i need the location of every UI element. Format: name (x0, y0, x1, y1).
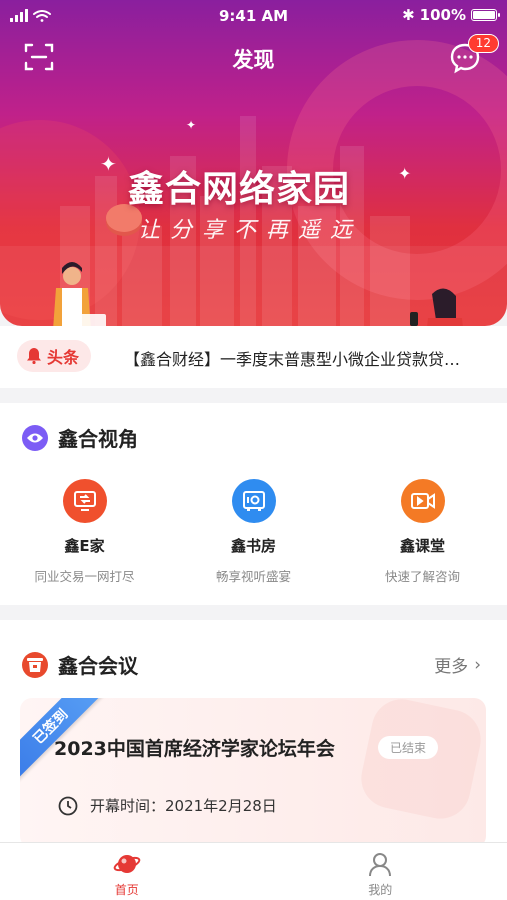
banner-title: 鑫合网络家园 (128, 169, 351, 210)
feature-item-e-home[interactable]: 鑫E家 同业交易一网打尽 (0, 479, 169, 585)
perspective-section: 鑫合视角 鑫E家 同业交易一网打尽 鑫书房 畅享视听盛宴 鑫课堂 快速了解咨询 (0, 403, 507, 605)
feature-desc: 同业交易一网打尽 (34, 569, 135, 584)
headline-tag: 头条 (17, 340, 92, 372)
feature-name: 鑫E家 (64, 537, 105, 555)
meeting-time-text: 开幕时间：2021年2月28日 (90, 797, 277, 815)
chevron-right-icon: › (474, 654, 481, 675)
sparkle-icon: ✦ (398, 164, 412, 183)
tab-home[interactable]: 首页 (0, 843, 254, 900)
battery-percent: 100% (419, 6, 466, 24)
banner-slogan: 让分享不再遥远 (138, 218, 363, 243)
status-bar: 9:41 AM ✱ 100% (0, 0, 507, 32)
section-title: 鑫合会议 (58, 654, 138, 678)
page-title: 发现 (232, 48, 275, 72)
planet-icon (113, 855, 141, 873)
sparkle-icon: ✦ (186, 118, 197, 132)
bell-icon (27, 348, 41, 364)
feature-grid: 鑫E家 同业交易一网打尽 鑫书房 畅享视听盛宴 鑫课堂 快速了解咨询 (0, 479, 507, 585)
more-link[interactable]: 更多 › (434, 652, 481, 678)
tab-label: 我的 (368, 883, 393, 897)
section-header: 鑫合视角 (22, 423, 138, 452)
tab-mine[interactable]: 我的 (254, 843, 507, 900)
user-icon (369, 853, 392, 877)
meeting-title: 2023中国首席经济学家论坛年会 (54, 738, 335, 760)
nav-bar: 发现 12 (0, 34, 507, 80)
tab-bar: 首页 我的 (0, 842, 507, 900)
sparkle-icon: ✦ (100, 152, 117, 176)
meeting-status-badge: 已结束 (378, 736, 439, 759)
meeting-card[interactable]: 已签到 2023中国首席经济学家论坛年会 已结束 开幕时间：2021年2月28日 (20, 698, 486, 848)
podium-icon (22, 651, 48, 678)
section-header: 鑫合会议 (22, 650, 138, 679)
feature-name: 鑫课堂 (399, 537, 445, 555)
eye-icon (22, 424, 48, 451)
feature-name: 鑫书房 (230, 537, 276, 555)
feature-desc: 快速了解咨询 (384, 569, 460, 584)
safe-icon (231, 479, 276, 523)
bluetooth-icon: ✱ (402, 6, 415, 24)
message-count-badge: 12 (467, 34, 499, 53)
card-decoration (355, 698, 486, 825)
more-label: 更多 (434, 657, 469, 677)
feature-item-classroom[interactable]: 鑫课堂 快速了解咨询 (338, 479, 507, 585)
headline-text[interactable]: 【鑫合财经】一季度末普惠型小微企业贷款贷… (124, 346, 486, 370)
headline-tag-label: 头条 (47, 348, 80, 367)
headline-strip[interactable]: 头条 【鑫合财经】一季度末普惠型小微企业贷款贷… (0, 326, 507, 388)
video-icon (400, 479, 445, 523)
feature-desc: 畅享视听盛宴 (215, 569, 291, 584)
meeting-time: 开幕时间：2021年2月28日 (58, 795, 277, 816)
battery-icon (471, 9, 500, 21)
section-title: 鑫合视角 (58, 427, 138, 451)
feature-item-study[interactable]: 鑫书房 畅享视听盛宴 (169, 479, 338, 585)
clock-icon (58, 796, 78, 815)
tab-label: 首页 (114, 883, 139, 897)
status-right: ✱ 100% (402, 6, 500, 24)
hero-banner[interactable]: ✦ ✦ ✦ 鑫合网络家园 让分享不再遥远 9:41 AM ✱ 100% 发现 1… (0, 0, 507, 326)
meetings-section: 鑫合会议 更多 › 已签到 2023中国首席经济学家论坛年会 已结束 开幕时间：… (0, 620, 507, 848)
message-button[interactable]: 12 (449, 34, 499, 74)
monitor-icon (62, 479, 107, 523)
